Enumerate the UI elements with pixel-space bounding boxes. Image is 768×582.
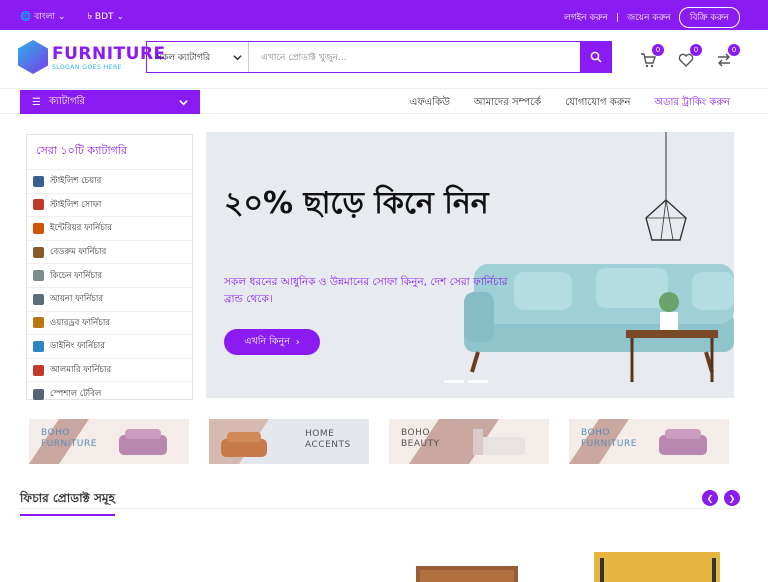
cart-count-badge: 0: [652, 44, 664, 56]
mirror-icon: [33, 293, 44, 305]
wishlist-count-badge: 0: [690, 44, 702, 56]
nav-link-order-tracking[interactable]: অডার ট্রাকিং করুন: [654, 95, 730, 112]
currency-label: ৳ BDT: [87, 12, 114, 22]
sidebar-item-mirror[interactable]: আয়না ফার্নিচার: [27, 288, 192, 312]
category-select[interactable]: সকল ক্যাটাগরি: [147, 42, 249, 72]
sidebar-item-stylish-sofa[interactable]: স্টাইলিশ সোফা: [27, 194, 192, 218]
sidebar-item-special-table[interactable]: স্পেশাল টেবিল: [27, 382, 192, 406]
logo-mark: [18, 40, 48, 74]
promo-banner[interactable]: HOME ACCENTS: [209, 419, 369, 464]
lamp-icon: [33, 222, 44, 234]
hero-text: সকল ধরনের আধুনিক ও উন্নমানের সোফা কিনুন,…: [224, 276, 508, 305]
seller-button[interactable]: বিক্রি করুন: [678, 7, 740, 28]
almirah-icon: [33, 364, 44, 376]
nav-link-about[interactable]: আমাদের সম্পর্কে: [474, 95, 541, 112]
chevron-down-icon: ⌄: [58, 11, 66, 22]
promo-banner-title: BOHO FURNITURE: [581, 428, 637, 449]
currency-selector[interactable]: ৳ BDT ⌄: [88, 9, 125, 24]
header: FURNITURE SLOGAN GOES HERE সকল ক্যাটাগরি…: [0, 30, 768, 88]
sidebar-item-bedroom[interactable]: বেডরুম ফার্নিচার: [27, 241, 192, 265]
next-arrow-button[interactable]: ❯: [724, 490, 740, 506]
promo-banner[interactable]: BOHO BEAUTY: [389, 419, 549, 464]
site-logo[interactable]: FURNITURE SLOGAN GOES HERE: [18, 40, 166, 74]
wardrobe-icon: [33, 317, 44, 329]
search-input[interactable]: এখানে প্রোডাক্ট খুজুন...: [249, 42, 580, 72]
register-link[interactable]: জয়েন করুন: [627, 10, 671, 25]
sidebar-item-interior[interactable]: ইন্টেরিয়র ফার্নিচার: [27, 217, 192, 241]
globe-icon: 🌐: [20, 11, 32, 22]
sidebar-item-label: স্পেশাল টেবিল: [50, 389, 102, 400]
sidebar-item-dining[interactable]: ডাইনিং ফার্নিচার: [27, 335, 192, 359]
sofa-icon: [33, 199, 44, 211]
chair-icon: [33, 175, 44, 187]
cart-button[interactable]: 0: [640, 44, 664, 68]
search-button[interactable]: [580, 42, 611, 72]
promo-banner-title: HOME ACCENTS: [305, 429, 351, 450]
language-selector[interactable]: 🌐 বাংলা ⌄: [20, 9, 66, 24]
sidebar-item-label: ওয়ারড্রব ফার্নিচার: [50, 317, 110, 328]
bed-icon: [33, 246, 44, 258]
language-label: বাংলা: [34, 12, 56, 22]
separator: |: [616, 12, 620, 23]
sidebar-item-label: ইন্টেরিয়র ফার্নিচার: [50, 223, 112, 234]
chevron-right-icon: ❯: [728, 493, 736, 503]
category-menu-label: ক্যাটাগরি: [48, 95, 86, 107]
sidebar-item-label: স্টাইলিশ সোফা: [50, 199, 102, 210]
chevron-right-icon: ›: [295, 336, 300, 348]
sidebar-title: সেরা ১০টি ক্যাটাগরি: [27, 135, 192, 170]
chevron-down-icon: [179, 99, 188, 105]
sidebar-item-kitchen[interactable]: কিচেন ফার্নিচার: [27, 264, 192, 288]
prev-arrow-button[interactable]: ❮: [702, 490, 718, 506]
login-link[interactable]: লগইন করুন: [564, 10, 608, 25]
sidebar-item-label: বেডরুম ফার্নিচার: [50, 247, 107, 258]
category-menu-button[interactable]: ☰ ক্যাটাগরি: [20, 90, 200, 114]
sidebar-item-label: ডাইনিং ফার্নিচার: [50, 341, 105, 352]
compare-count-badge: 0: [728, 44, 740, 56]
promo-banner[interactable]: BOHO FURNITURE: [569, 419, 729, 464]
promo-banners: BOHO FURNITURE HOME ACCENTS BOHO BEAUTY BOH…: [29, 419, 733, 464]
sidebar-item-stylish-chair[interactable]: স্টাইলিশ চেয়ার: [27, 170, 192, 194]
hero-illustration: [444, 132, 734, 383]
nav-link-faq[interactable]: এফএকিউ: [410, 95, 450, 112]
hero-heading: ২০% ছাড়ে কিনে নিন: [224, 186, 489, 221]
shop-now-label: এখনি কিনুন: [244, 335, 290, 347]
section-title: ফিচার প্রোডাক্ট সমূহ: [20, 490, 115, 516]
featured-products-section: ফিচার প্রোডাক্ট সমূহ ❮ ❯: [20, 487, 742, 516]
category-select-value: সকল ক্যাটাগরি: [156, 52, 211, 63]
top-bar: 🌐 বাংলা ⌄ ৳ BDT ⌄ লগইন করুন | জয়েন করুন…: [0, 0, 768, 30]
chevron-down-icon: ⌄: [116, 11, 125, 22]
sidebar-item-label: আয়না ফার্নিচার: [50, 294, 104, 305]
search-icon: [590, 51, 602, 63]
promo-banner[interactable]: BOHO FURNITURE: [29, 419, 189, 464]
category-sidebar: সেরা ১০টি ক্যাটাগরি স্টাইলিশ চেয়ার স্টা…: [26, 134, 193, 400]
nav-link-contact[interactable]: যোগাযোগ করুন: [565, 95, 630, 112]
table-icon: [33, 388, 44, 400]
sidebar-item-almirah[interactable]: আলমারি ফার্নিচার: [27, 359, 192, 383]
kitchen-icon: [33, 270, 44, 282]
search-bar: সকল ক্যাটাগরি এখানে প্রোডাক্ট খুজুন...: [146, 41, 612, 73]
compare-button[interactable]: 0: [716, 44, 740, 68]
sidebar-item-label: আলমারি ফার্নিচার: [50, 365, 112, 376]
sidebar-item-wardrobe[interactable]: ওয়ারড্রব ফার্নিচার: [27, 312, 192, 336]
product-image-shelf: [594, 552, 720, 582]
sidebar-item-label: কিচেন ফার্নিচার: [50, 270, 103, 281]
wishlist-button[interactable]: 0: [678, 44, 702, 68]
hamburger-icon: ☰: [32, 96, 41, 108]
chevron-down-icon: [233, 54, 242, 60]
sidebar-item-label: স্টাইলিশ চেয়ার: [50, 176, 102, 187]
chevron-left-icon: ❮: [706, 493, 714, 503]
main-nav: ☰ ক্যাটাগরি এফএকিউ আমাদের সম্পর্কে যোগায…: [0, 88, 768, 114]
shop-now-button[interactable]: এখনি কিনুন ›: [224, 329, 320, 355]
promo-banner-title: BOHO BEAUTY: [401, 428, 440, 449]
dining-icon: [33, 340, 44, 352]
product-previews: [416, 552, 720, 582]
hero-banner: ২০% ছাড়ে কিনে নিন সকল ধরনের আধুনিক ও উন…: [206, 132, 734, 398]
promo-banner-title: BOHO FURNITURE: [41, 428, 97, 449]
